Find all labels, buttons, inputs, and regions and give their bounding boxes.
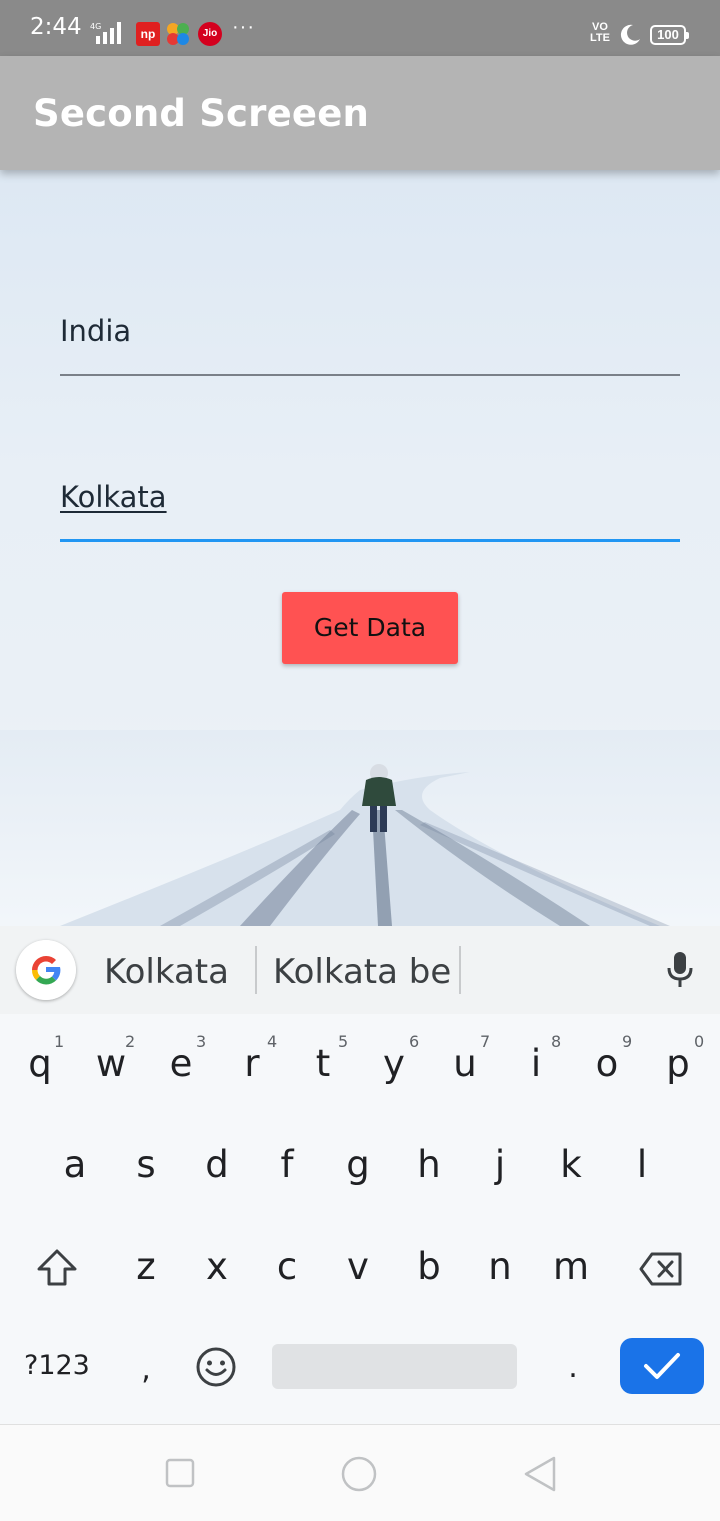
key-l[interactable]: l (612, 1143, 672, 1203)
emoji-icon[interactable] (194, 1345, 238, 1389)
key-o[interactable]: o (577, 1042, 637, 1102)
app-bar: Second Screeen (0, 56, 720, 170)
country-input[interactable]: India (60, 314, 131, 348)
key-r[interactable]: r (222, 1042, 282, 1102)
key-hint-3: 3 (196, 1032, 207, 1051)
city-underline-focused (60, 539, 680, 542)
volte-indicator: VO LTE (590, 22, 610, 44)
key-j[interactable]: j (470, 1143, 530, 1203)
key-b[interactable]: b (399, 1245, 459, 1305)
key-z[interactable]: z (116, 1245, 176, 1305)
key-k[interactable]: k (541, 1143, 601, 1203)
enter-key[interactable] (620, 1338, 704, 1394)
background-image (0, 730, 720, 926)
key-period[interactable]: . (543, 1350, 603, 1410)
status-bar: 2:44 4G np Jio ··· VO LTE 100 (0, 0, 720, 56)
signal-icon: 4G (90, 22, 121, 44)
moon-icon (620, 24, 640, 45)
key-v[interactable]: v (328, 1245, 388, 1305)
network-type: 4G (90, 22, 101, 31)
checkmark-icon (644, 1353, 680, 1379)
suggestion-divider (459, 946, 461, 994)
key-s[interactable]: s (116, 1143, 176, 1203)
key-u[interactable]: u (435, 1042, 495, 1102)
space-key[interactable] (272, 1344, 517, 1389)
key-hint-1: 1 (54, 1032, 65, 1051)
key-hint-7: 7 (480, 1032, 491, 1051)
shift-icon[interactable] (34, 1248, 80, 1288)
backspace-icon[interactable] (638, 1250, 684, 1288)
recents-square-icon[interactable] (164, 1457, 196, 1489)
key-t[interactable]: t (293, 1042, 353, 1102)
key-e[interactable]: e (151, 1042, 211, 1102)
snow-road-background (0, 170, 720, 926)
suggestion-divider (255, 946, 257, 994)
key-hint-6: 6 (409, 1032, 420, 1051)
key-m[interactable]: m (541, 1245, 601, 1305)
key-q[interactable]: q (10, 1042, 70, 1102)
suggestion-2[interactable]: Kolkata be (273, 952, 451, 992)
key-c[interactable]: c (257, 1245, 317, 1305)
system-navigation-bar (0, 1424, 720, 1521)
suggestion-1[interactable]: Kolkata (104, 952, 229, 992)
key-hint-5: 5 (338, 1032, 349, 1051)
key-comma[interactable]: , (116, 1352, 176, 1412)
volte-bottom: LTE (590, 32, 610, 44)
key-p[interactable]: p (648, 1042, 708, 1102)
google-icon[interactable] (16, 940, 76, 1000)
symbols-key[interactable]: ?123 (24, 1350, 90, 1381)
np-app-icon: np (136, 22, 160, 46)
home-circle-icon[interactable] (340, 1455, 378, 1493)
key-h[interactable]: h (399, 1143, 459, 1203)
page-title: Second Screeen (33, 92, 370, 135)
city-input[interactable]: Kolkata (60, 480, 167, 514)
more-notifications-icon: ··· (232, 16, 255, 38)
key-hint-4: 4 (267, 1032, 278, 1051)
key-g[interactable]: g (328, 1143, 388, 1203)
jio-app-icon: Jio (198, 22, 222, 46)
key-a[interactable]: a (45, 1143, 105, 1203)
key-n[interactable]: n (470, 1245, 530, 1305)
key-d[interactable]: d (187, 1143, 247, 1203)
country-field[interactable]: India (60, 314, 680, 376)
pinwheel-app-icon (167, 23, 189, 45)
back-triangle-icon[interactable] (520, 1455, 560, 1493)
battery-icon: 100 (650, 25, 689, 45)
key-hint-0: 0 (694, 1032, 705, 1051)
key-f[interactable]: f (257, 1143, 317, 1203)
key-hint-9: 9 (622, 1032, 633, 1051)
microphone-icon[interactable] (662, 948, 698, 992)
key-hint-8: 8 (551, 1032, 562, 1051)
key-hint-2: 2 (125, 1032, 136, 1051)
key-y[interactable]: y (364, 1042, 424, 1102)
key-i[interactable]: i (506, 1042, 566, 1102)
key-w[interactable]: w (81, 1042, 141, 1102)
status-time: 2:44 (30, 14, 82, 40)
key-x[interactable]: x (187, 1245, 247, 1305)
country-underline (60, 374, 680, 376)
get-data-button[interactable]: Get Data (282, 592, 458, 664)
city-field[interactable]: Kolkata (60, 480, 680, 542)
